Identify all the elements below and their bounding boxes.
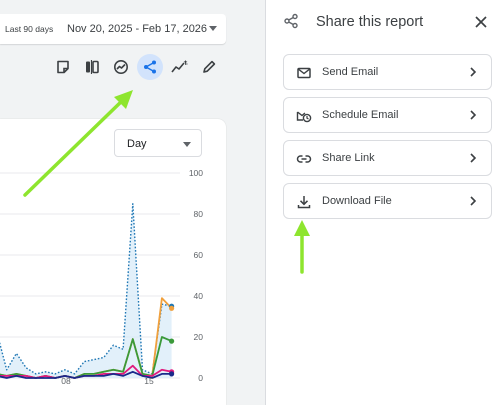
option-label: Share Link (322, 152, 375, 164)
date-range-picker[interactable]: Last 90 days Nov 20, 2025 - Feb 17, 2026 (0, 14, 226, 44)
report-toolbar (50, 54, 225, 80)
series-end-marker (169, 305, 175, 311)
series-area (0, 203, 172, 378)
chevron-right-icon (470, 110, 477, 120)
date-range-preset: Last 90 days (5, 24, 54, 34)
link-icon (296, 155, 312, 163)
line-chart: 100 80 60 40 20 0 08 15 (0, 168, 204, 386)
series-end-marker (169, 371, 175, 377)
y-tick-label: 80 (194, 209, 204, 219)
date-range-value: Nov 20, 2025 - Feb 17, 2026 (67, 23, 208, 35)
share-button[interactable] (137, 54, 163, 80)
insights-icon (114, 60, 128, 74)
share-panel-title: Share this report (316, 14, 424, 30)
edit-button[interactable] (196, 54, 222, 80)
y-tick-label: 60 (194, 250, 204, 260)
y-tick-label: 0 (198, 373, 203, 383)
report-area: Last 90 days Nov 20, 2025 - Feb 17, 2026 (0, 0, 265, 405)
schedule-email-icon (296, 111, 312, 123)
chart-card: Day 100 80 60 40 20 0 08 15 (0, 119, 226, 405)
share-panel: Share this report Send Email Schedule Em… (266, 0, 500, 405)
y-tick-label: 40 (194, 291, 204, 301)
share-icon (284, 13, 298, 29)
trend-icon (171, 60, 188, 73)
chevron-right-icon (470, 153, 477, 163)
download-file-option[interactable]: Download File (283, 183, 492, 219)
x-tick-label: 08 (61, 376, 71, 386)
share-icon (144, 60, 156, 74)
schedule-email-option[interactable]: Schedule Email (283, 97, 492, 133)
mail-icon (297, 67, 311, 79)
y-tick-label: 100 (189, 168, 203, 178)
compare-button[interactable] (79, 54, 105, 80)
share-link-option[interactable]: Share Link (283, 140, 492, 176)
chevron-down-icon (209, 26, 217, 31)
report-topbar: Last 90 days Nov 20, 2025 - Feb 17, 2026 (0, 0, 265, 44)
x-tick-label: 15 (144, 376, 154, 386)
chevron-right-icon (470, 196, 477, 206)
note-button[interactable] (50, 54, 76, 80)
chevron-right-icon (470, 67, 477, 77)
download-icon (297, 196, 311, 209)
option-label: Download File (322, 195, 392, 207)
option-label: Schedule Email (322, 109, 399, 121)
send-email-option[interactable]: Send Email (283, 54, 492, 90)
option-label: Send Email (322, 66, 379, 78)
trend-button[interactable] (167, 54, 193, 80)
note-icon (57, 60, 69, 74)
share-panel-header: Share this report (266, 0, 500, 44)
compare-icon (86, 60, 99, 74)
close-icon[interactable] (471, 12, 491, 32)
edit-icon (203, 60, 216, 73)
y-tick-label: 20 (194, 332, 204, 342)
series-line (0, 203, 172, 375)
series-end-marker (169, 338, 175, 344)
insights-button[interactable] (108, 54, 134, 80)
